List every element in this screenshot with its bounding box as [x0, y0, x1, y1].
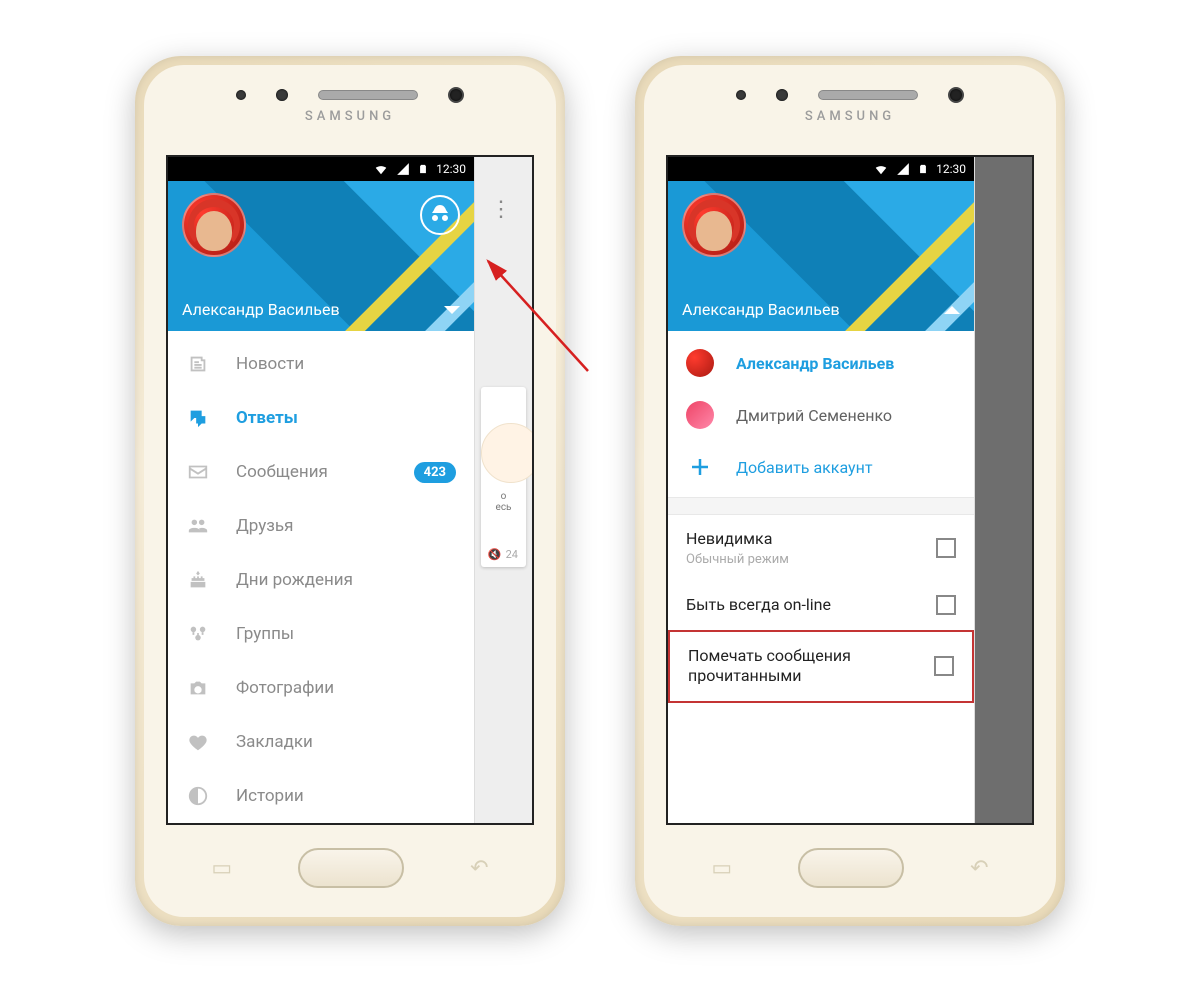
- add-account-label: Добавить аккаунт: [736, 458, 873, 477]
- phone-bottom-hardware: ▭ ↶: [644, 837, 1056, 899]
- sidebar-item-label: Друзья: [236, 516, 456, 536]
- sidebar-item-label: Сообщения: [236, 462, 388, 482]
- phone-top-hardware: SAMSUNG: [144, 65, 556, 145]
- toggle-subtitle: Обычный режим: [686, 552, 924, 567]
- toggle-title: Невидимка: [686, 529, 924, 550]
- status-time: 12:30: [936, 162, 966, 176]
- brand-label: SAMSUNG: [305, 109, 395, 124]
- account-item[interactable]: Дмитрий Семененко: [668, 389, 974, 441]
- add-account-button[interactable]: Добавить аккаунт: [668, 441, 974, 493]
- screen-right: 12:30 Александр Васильев Александр Васил…: [666, 155, 1034, 825]
- checkbox[interactable]: [934, 656, 954, 676]
- groups-icon: [186, 622, 210, 646]
- sidebar-item-photos[interactable]: Фотографии: [168, 661, 474, 715]
- drawer-header[interactable]: Александр Васильев: [668, 181, 974, 331]
- content-behind-drawer: ⋮ о есь 🔇24: [474, 157, 532, 823]
- status-bar: 12:30: [168, 157, 474, 181]
- back-button[interactable]: ↶: [470, 856, 488, 881]
- phone-top-hardware: SAMSUNG: [644, 65, 1056, 145]
- sidebar-item-bookmarks[interactable]: Закладки: [168, 715, 474, 769]
- toggle-item[interactable]: Невидимка Обычный режим: [668, 515, 974, 581]
- phone-left: SAMSUNG ⋮ о есь 🔇24 12:30: [135, 56, 565, 926]
- sidebar-item-label: Дни рождения: [236, 570, 456, 590]
- chevron-up-icon[interactable]: [944, 306, 960, 314]
- divider: [668, 497, 974, 515]
- wifi-icon: [874, 162, 888, 176]
- photos-icon: [186, 676, 210, 700]
- birthdays-icon: [186, 568, 210, 592]
- battery-icon: [918, 162, 928, 176]
- news-icon: [186, 352, 210, 376]
- home-button[interactable]: [798, 848, 904, 888]
- user-name: Александр Васильев: [682, 300, 840, 319]
- messages-icon: [186, 460, 210, 484]
- sidebar-item-stories[interactable]: Истории: [168, 769, 474, 823]
- account-avatar: [686, 349, 714, 377]
- toggle-item[interactable]: Помечать сообщения прочитанными: [668, 630, 974, 704]
- screen-left: ⋮ о есь 🔇24 12:30: [166, 155, 534, 825]
- user-avatar[interactable]: [182, 193, 246, 257]
- toggle-title: Быть всегда on-line: [686, 595, 924, 616]
- recents-button[interactable]: ▭: [711, 856, 732, 881]
- incognito-icon[interactable]: [420, 195, 460, 235]
- navigation-drawer: 12:30 Александр Васильев Новости Ответы Со…: [168, 157, 474, 823]
- status-time: 12:30: [436, 162, 466, 176]
- sidebar-item-news[interactable]: Новости: [168, 337, 474, 391]
- replies-icon: [186, 406, 210, 430]
- sidebar-item-label: Фотографии: [236, 678, 456, 698]
- badge-count: 423: [414, 462, 456, 483]
- sidebar-item-birthdays[interactable]: Дни рождения: [168, 553, 474, 607]
- signal-icon: [396, 162, 410, 176]
- signal-icon: [896, 162, 910, 176]
- overflow-menu-icon[interactable]: ⋮: [490, 207, 512, 213]
- sidebar-item-groups[interactable]: Группы: [168, 607, 474, 661]
- friends-icon: [186, 514, 210, 538]
- sidebar-item-label: Истории: [236, 786, 456, 806]
- brand-label: SAMSUNG: [805, 109, 895, 124]
- navigation-drawer: 12:30 Александр Васильев Александр Васил…: [668, 157, 974, 823]
- user-name: Александр Васильев: [182, 300, 340, 319]
- account-name: Дмитрий Семененко: [736, 406, 892, 425]
- account-name: Александр Васильев: [736, 354, 894, 373]
- home-button[interactable]: [298, 848, 404, 888]
- checkbox[interactable]: [936, 595, 956, 615]
- user-avatar[interactable]: [682, 193, 746, 257]
- recents-button[interactable]: ▭: [211, 856, 232, 881]
- phone-bottom-hardware: ▭ ↶: [144, 837, 556, 899]
- battery-icon: [418, 162, 428, 176]
- stories-icon: [186, 784, 210, 808]
- status-bar: 12:30: [668, 157, 974, 181]
- back-button[interactable]: ↶: [970, 856, 988, 881]
- sidebar-item-messages[interactable]: Сообщения 423: [168, 445, 474, 499]
- account-avatar: [686, 401, 714, 429]
- wifi-icon: [374, 162, 388, 176]
- toggle-title: Помечать сообщения прочитанными: [688, 646, 922, 688]
- sidebar-item-label: Закладки: [236, 732, 456, 752]
- bookmarks-icon: [186, 730, 210, 754]
- chevron-down-icon[interactable]: [444, 306, 460, 314]
- phone-right: SAMSUNG 12:30 Александр Васильев: [635, 56, 1065, 926]
- sidebar-item-label: Новости: [236, 354, 456, 374]
- checkbox[interactable]: [936, 538, 956, 558]
- account-item[interactable]: Александр Васильев: [668, 337, 974, 389]
- plus-icon: [686, 453, 714, 481]
- toggle-item[interactable]: Быть всегда on-line: [668, 581, 974, 630]
- drawer-header[interactable]: Александр Васильев: [168, 181, 474, 331]
- sidebar-item-replies[interactable]: Ответы: [168, 391, 474, 445]
- sidebar-item-friends[interactable]: Друзья: [168, 499, 474, 553]
- content-behind-drawer: [974, 157, 1032, 823]
- sidebar-item-label: Ответы: [236, 408, 456, 428]
- sound-icon: 🔇: [488, 548, 502, 561]
- sidebar-item-label: Группы: [236, 624, 456, 644]
